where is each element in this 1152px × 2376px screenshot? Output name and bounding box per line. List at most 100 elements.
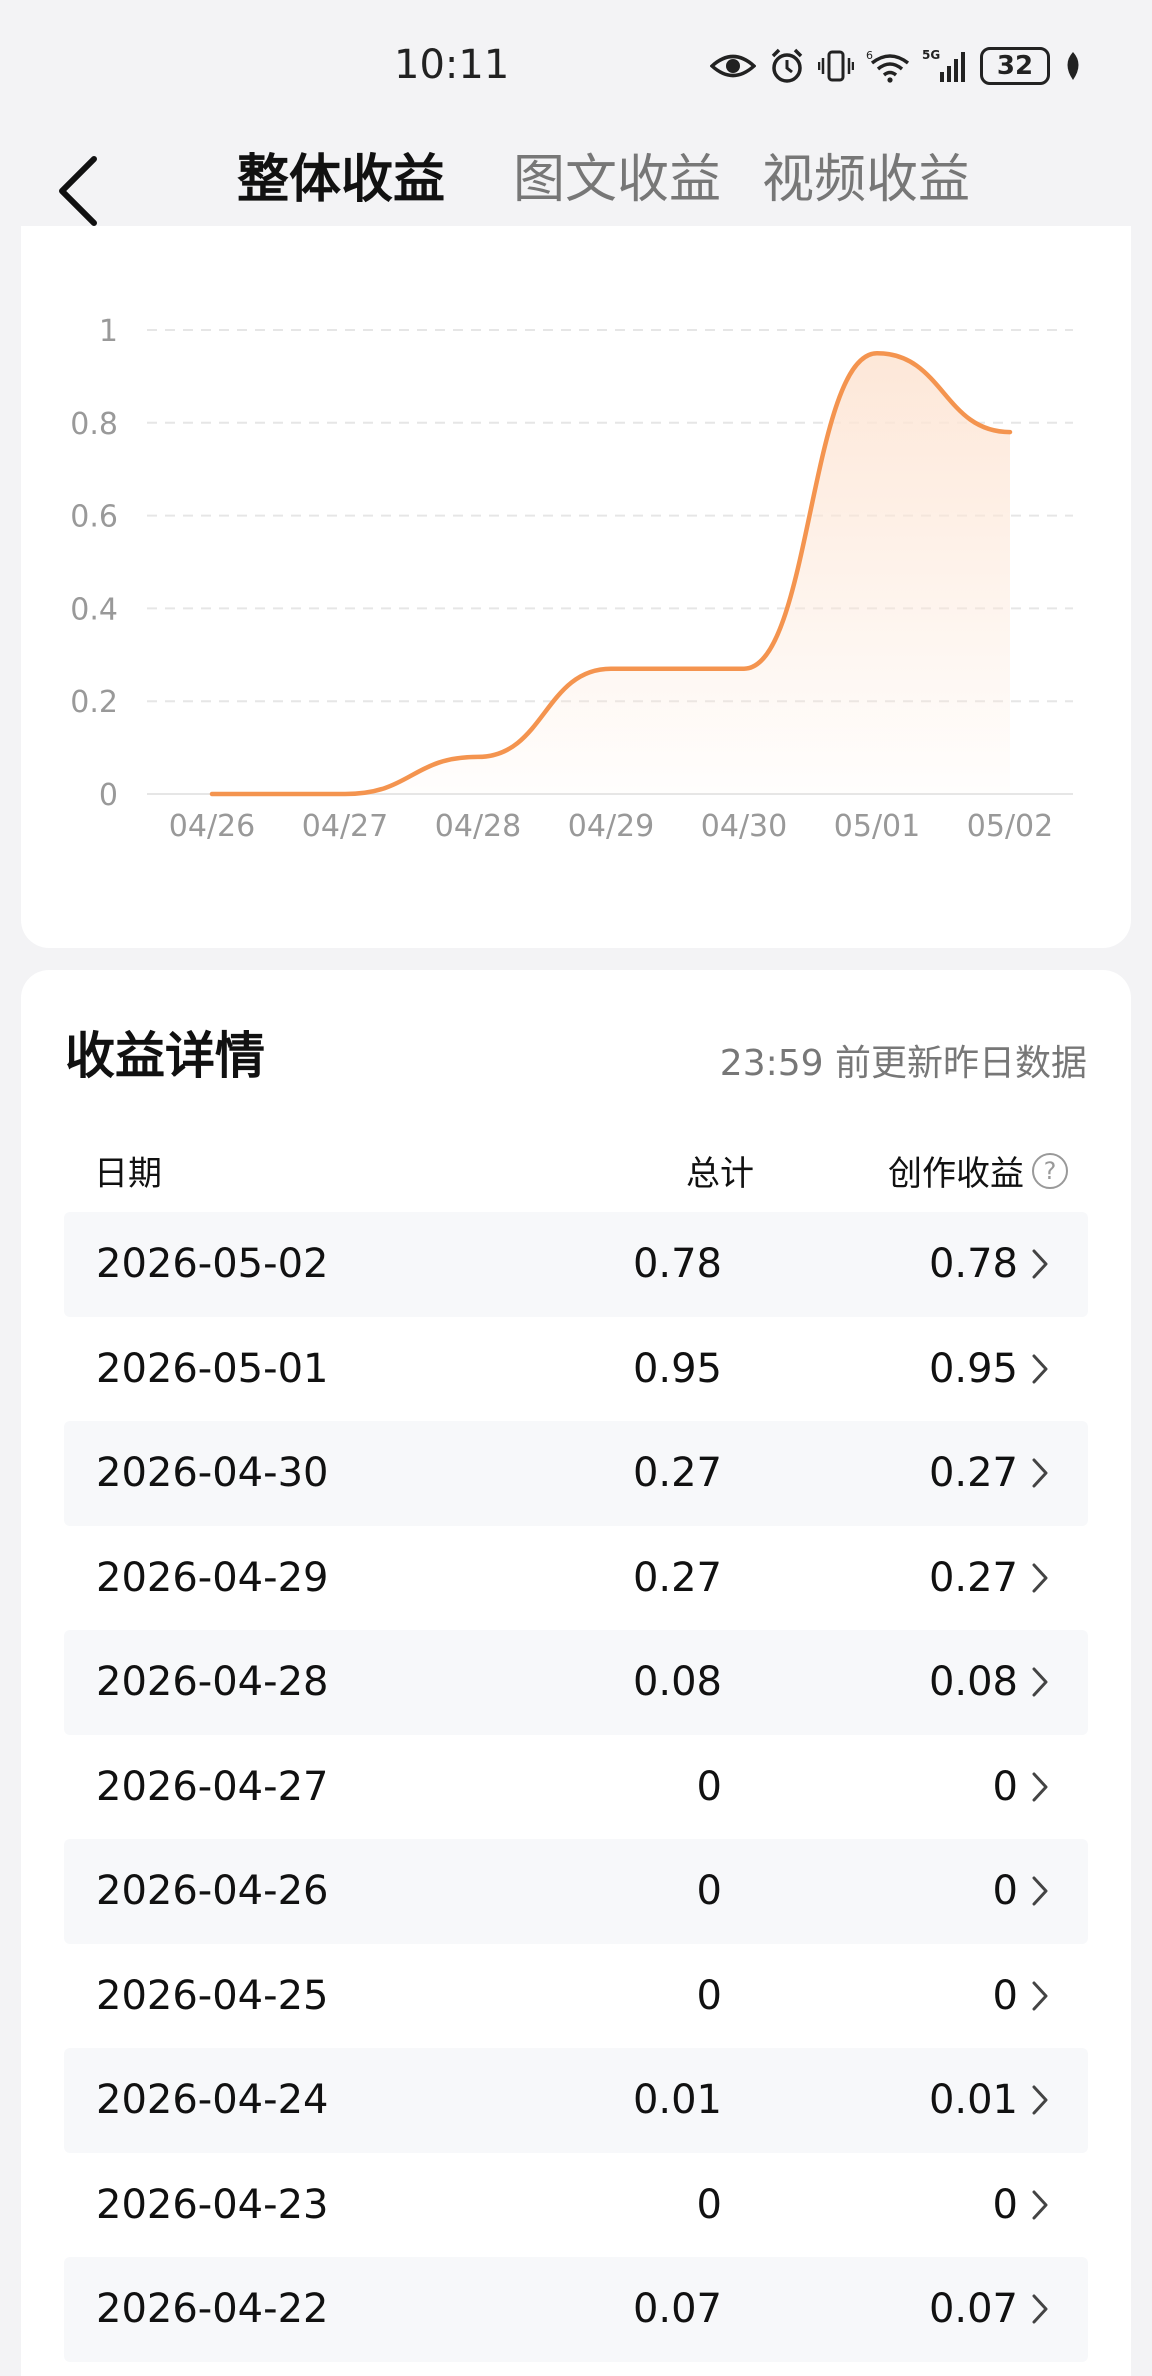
cell-total: 0.08 — [632, 1659, 722, 1706]
chevron-right-icon — [1032, 1667, 1048, 1697]
cell-total: 0.27 — [632, 1450, 722, 1497]
tab-overall-earnings[interactable]: 整体收益 — [237, 138, 445, 222]
cell-date: 2026-04-27 — [96, 1763, 329, 1810]
table-row[interactable]: 2026-05-02 0.78 0.78 — [64, 1212, 1088, 1317]
chevron-right-icon — [1032, 1354, 1048, 1384]
vibrate-icon — [818, 50, 854, 82]
cell-total: 0 — [696, 1972, 722, 2019]
x-tick-label: 04/27 — [302, 809, 388, 844]
wifi-icon: 6 — [866, 49, 910, 83]
data-point — [475, 754, 481, 760]
data-point — [874, 350, 880, 356]
table-row[interactable]: 2026-05-01 0.95 0.95 — [64, 1317, 1088, 1422]
cell-creation-earnings: 0.07 — [928, 2286, 1018, 2333]
leaf-icon — [1067, 52, 1079, 80]
cell-total: 0.27 — [632, 1554, 722, 1601]
chevron-right-icon — [1032, 1981, 1048, 2011]
cell-creation-earnings: 0.08 — [928, 1659, 1018, 1706]
table-row[interactable]: 2026-04-27 0 0 — [64, 1735, 1088, 1840]
details-title: 收益详情 — [65, 1027, 265, 1085]
column-header-total: 总计 — [686, 1154, 754, 1194]
cell-date: 2026-04-24 — [96, 2077, 329, 2124]
cell-date: 2026-04-30 — [96, 1450, 329, 1497]
cell-creation-earnings: 0.27 — [928, 1554, 1018, 1601]
cell-creation-earnings: 0 — [992, 1763, 1018, 1810]
cell-total: 0.78 — [632, 1241, 722, 1288]
cell-date: 2026-05-01 — [96, 1345, 329, 1392]
x-tick-label: 05/01 — [834, 809, 920, 844]
chevron-right-icon — [1032, 2085, 1048, 2115]
chevron-right-icon — [1032, 1458, 1048, 1488]
cell-date: 2026-04-22 — [96, 2286, 329, 2333]
data-point — [209, 791, 215, 797]
table-row[interactable]: 2026-04-23 0 0 — [64, 2153, 1088, 2258]
table-row[interactable]: 2026-04-26 0 0 — [64, 1839, 1088, 1944]
cell-creation-earnings: 0.78 — [928, 1241, 1018, 1288]
network-label: 5G — [922, 48, 940, 62]
x-tick-label: 04/29 — [568, 809, 654, 844]
y-tick-label: 0.4 — [70, 592, 118, 627]
cell-date: 2026-04-25 — [96, 1972, 329, 2019]
cell-total: 0.95 — [632, 1345, 722, 1392]
status-icons: 6 5G 32 — [710, 44, 1084, 88]
help-icon[interactable]: ? — [1032, 1152, 1068, 1189]
nav-tabs: 整体收益 图文收益 视频收益 — [0, 130, 1152, 230]
cell-date: 2026-04-26 — [96, 1868, 329, 1915]
y-tick-label: 0 — [99, 778, 118, 813]
column-header-creation-label: 创作收益 — [888, 1154, 1024, 1194]
table-row[interactable]: 2026-04-29 0.27 0.27 — [64, 1526, 1088, 1631]
y-tick-label: 0.8 — [70, 407, 118, 442]
signal-5g-icon: 5G — [922, 48, 965, 82]
battery-indicator: 32 — [980, 47, 1050, 85]
cell-date: 2026-04-28 — [96, 1659, 329, 1706]
y-tick-label: 0.2 — [70, 685, 118, 720]
chevron-right-icon — [1032, 1876, 1048, 1906]
data-point — [608, 666, 614, 672]
x-tick-label: 04/30 — [701, 809, 787, 844]
cell-total: 0.07 — [632, 2286, 722, 2333]
cell-date: 2026-04-29 — [96, 1554, 329, 1601]
cell-creation-earnings: 0 — [992, 1972, 1018, 2019]
y-tick-label: 1 — [99, 314, 118, 349]
column-header-creation: 创作收益 ? — [888, 1146, 1068, 1195]
table-row[interactable]: 2026-04-22 0.07 0.07 — [64, 2257, 1088, 2362]
cell-creation-earnings: 0.27 — [928, 1450, 1018, 1497]
cell-total: 0.01 — [632, 2077, 722, 2124]
data-point — [1007, 429, 1013, 435]
earnings-chart: 0 0.2 0.4 0.6 0.8 1 04/26 04/27 04/28 04/29 04/30 0… — [70, 314, 1073, 844]
earnings-table: 2026-05-02 0.78 0.78 2026-05-01 0.95 0.95 2026… — [64, 1212, 1088, 2362]
svg-text:6: 6 — [866, 49, 873, 62]
cell-total: 0 — [696, 2181, 722, 2228]
table-row[interactable]: 2026-04-28 0.08 0.08 — [64, 1630, 1088, 1735]
chevron-right-icon — [1032, 1772, 1048, 1802]
chevron-right-icon — [1032, 2294, 1048, 2324]
x-tick-label: 05/02 — [967, 809, 1053, 844]
tab-article-earnings[interactable]: 图文收益 — [513, 138, 721, 222]
cell-date: 2026-05-02 — [96, 1241, 329, 1288]
cell-total: 0 — [696, 1763, 722, 1810]
tab-video-earnings[interactable]: 视频收益 — [762, 138, 970, 222]
data-point — [741, 666, 747, 672]
column-header-date: 日期 — [94, 1154, 162, 1194]
table-row[interactable]: 2026-04-25 0 0 — [64, 1944, 1088, 2049]
cell-creation-earnings: 0.01 — [928, 2077, 1018, 2124]
eye-icon — [710, 54, 756, 78]
chevron-right-icon — [1032, 2190, 1048, 2220]
earnings-chart-card: 0 0.2 0.4 0.6 0.8 1 04/26 04/27 04/28 04/29 04/30 0… — [21, 226, 1131, 948]
table-row[interactable]: 2026-04-24 0.01 0.01 — [64, 2048, 1088, 2153]
chevron-right-icon — [1032, 1249, 1048, 1279]
y-tick-label: 0.6 — [70, 500, 118, 535]
alarm-icon — [771, 48, 803, 83]
x-tick-label: 04/28 — [435, 809, 521, 844]
chevron-right-icon — [1032, 1563, 1048, 1593]
x-tick-label: 04/26 — [169, 809, 255, 844]
cell-creation-earnings: 0 — [992, 1868, 1018, 1915]
status-time: 10:11 — [394, 42, 510, 88]
table-row[interactable]: 2026-04-30 0.27 0.27 — [64, 1421, 1088, 1526]
cell-date: 2026-04-23 — [96, 2181, 329, 2228]
update-note: 23:59 前更新昨日数据 — [719, 1043, 1087, 1084]
cell-creation-earnings: 0.95 — [928, 1345, 1018, 1392]
data-point — [342, 791, 348, 797]
earnings-details-card: 收益详情 23:59 前更新昨日数据 日期 总计 创作收益 ? 2026-05-… — [21, 970, 1131, 2376]
cell-creation-earnings: 0 — [992, 2181, 1018, 2228]
